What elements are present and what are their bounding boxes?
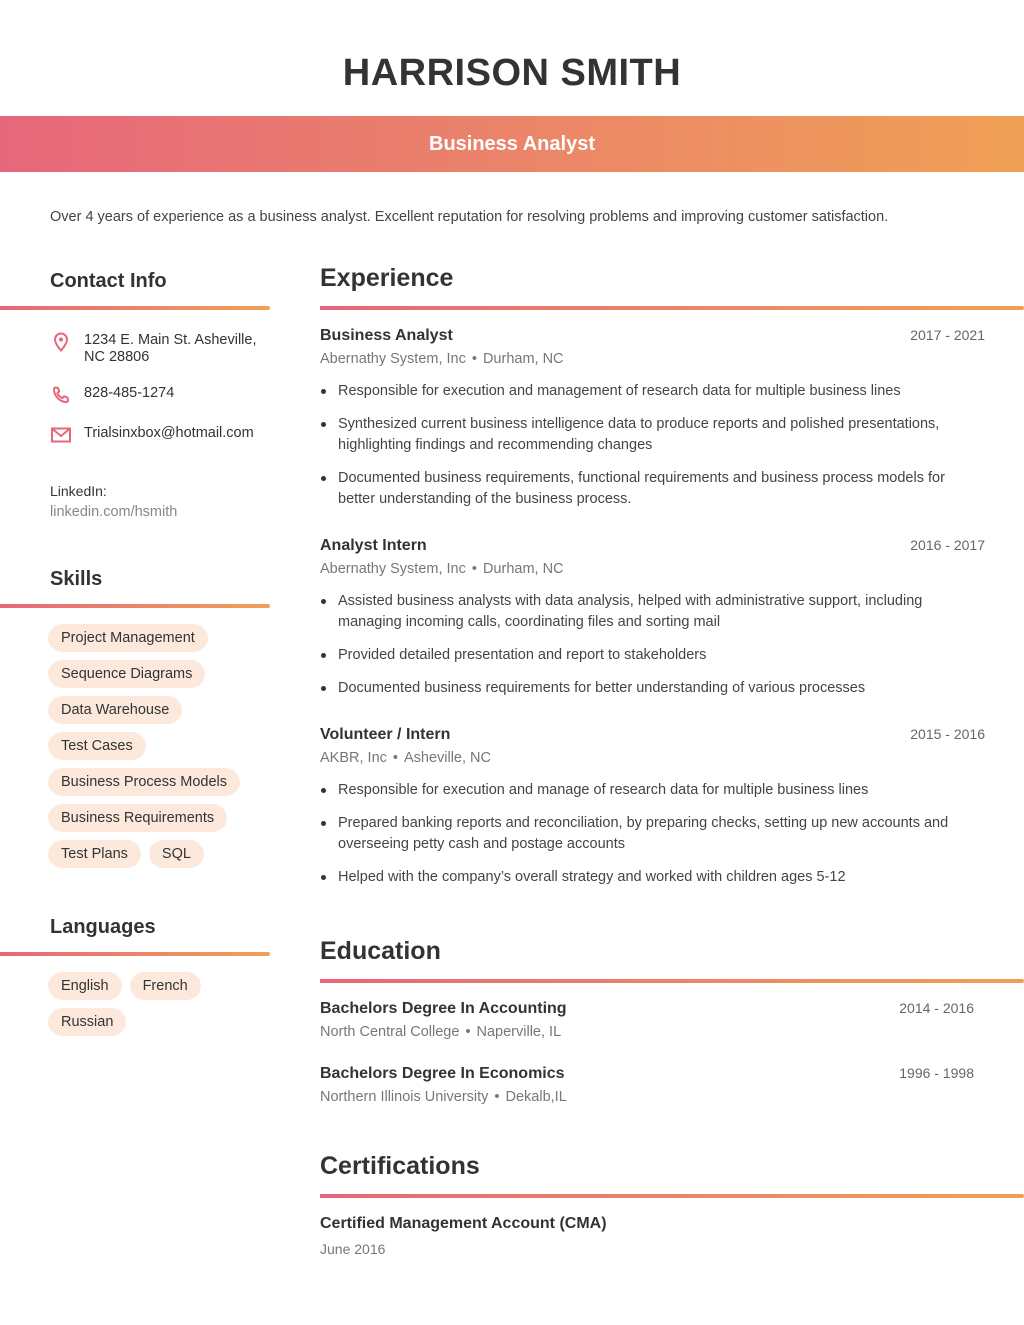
job-title: Analyst Intern: [320, 537, 427, 554]
skill-chip: SQL: [148, 840, 204, 868]
school-location: Naperville, IL: [476, 1024, 562, 1040]
contact-email-row: Trialsinxbox@hotmail.com: [50, 425, 274, 445]
skill-chip: Test Plans: [48, 840, 141, 868]
job-dates: 2017 - 2021: [910, 327, 985, 343]
degree-title: Bachelors Degree In Accounting: [320, 1000, 567, 1017]
role-title: Business Analyst: [429, 132, 595, 155]
contact-address: 1234 E. Main St. Asheville, NC 28806: [84, 332, 257, 365]
school-location: Dekalb,IL: [505, 1089, 567, 1105]
experience-heading: Experience: [320, 264, 454, 292]
job-title: Volunteer / Intern: [320, 726, 451, 743]
languages-divider: [0, 952, 270, 956]
contact-phone-row: 828-485-1274: [50, 385, 274, 405]
phone-icon: [50, 385, 72, 405]
linkedin-label: LinkedIn:: [50, 483, 107, 499]
job-location: Durham, NC: [482, 351, 564, 367]
job-bullet: Responsible for execution and management…: [320, 381, 985, 402]
role-banner: Business Analyst: [0, 116, 1024, 172]
separator-dot: •: [471, 351, 477, 367]
contact-heading: Contact Info: [50, 270, 167, 292]
language-chip: Russian: [48, 1008, 127, 1036]
language-chip: French: [129, 972, 201, 1000]
languages-heading: Languages: [50, 916, 156, 938]
skill-chip: Project Management: [48, 624, 208, 652]
education-dates: 1996 - 1998: [899, 1065, 974, 1081]
skill-chip: Test Cases: [48, 732, 146, 760]
contact-address-row: 1234 E. Main St. Asheville, NC 28806: [50, 332, 274, 366]
education-dates: 2014 - 2016: [899, 1000, 974, 1016]
job-bullet: Prepared banking reports and reconciliat…: [320, 813, 985, 855]
separator-dot: •: [471, 561, 477, 577]
job-entry: Business Analyst 2017 - 2021 Abernathy S…: [320, 327, 985, 522]
job-company: AKBR, Inc: [320, 750, 387, 766]
languages-list: English French Russian: [48, 972, 228, 1036]
certification-name: Certified Management Account (CMA): [320, 1215, 607, 1232]
linkedin-link[interactable]: linkedin.com/hsmith: [50, 504, 177, 520]
job-title: Business Analyst: [320, 327, 453, 344]
certification-date: June 2016: [320, 1241, 386, 1257]
job-bullet: Helped with the company’s overall strate…: [320, 867, 985, 888]
skill-chip: Business Requirements: [48, 804, 228, 832]
skill-chip: Data Warehouse: [48, 696, 183, 724]
job-entry: Volunteer / Intern 2015 - 2016 AKBR, Inc…: [320, 726, 985, 900]
skill-chip: Sequence Diagrams: [48, 660, 206, 688]
job-entry: Analyst Intern 2016 - 2017 Abernathy Sys…: [320, 537, 985, 711]
job-bullet: Documented business requirements, functi…: [320, 468, 985, 510]
job-bullet: Documented business requirements for bet…: [320, 678, 985, 699]
education-entry: Bachelors Degree In Accounting 2014 - 20…: [320, 1000, 974, 1040]
job-dates: 2015 - 2016: [910, 726, 985, 742]
candidate-name: HARRISON SMITH: [342, 52, 682, 94]
education-entry: Bachelors Degree In Economics 1996 - 199…: [320, 1065, 974, 1105]
job-company: Abernathy System, Inc: [320, 561, 466, 577]
education-divider: [320, 979, 1024, 983]
skills-divider: [0, 604, 270, 608]
certifications-divider: [320, 1194, 1024, 1198]
certifications-heading: Certifications: [320, 1152, 480, 1180]
separator-dot: •: [465, 1024, 471, 1040]
job-bullet: Responsible for execution and manage of …: [320, 780, 985, 801]
job-location: Durham, NC: [482, 561, 564, 577]
job-dates: 2016 - 2017: [910, 537, 985, 553]
separator-dot: •: [392, 750, 398, 766]
job-bullet: Provided detailed presentation and repor…: [320, 645, 985, 666]
contact-email[interactable]: Trialsinxbox@hotmail.com: [84, 425, 274, 442]
skill-chip: Business Process Models: [48, 768, 241, 796]
job-location: Asheville, NC: [403, 750, 491, 766]
job-bullet: Synthesized current business intelligenc…: [320, 414, 985, 456]
language-chip: English: [48, 972, 122, 1000]
separator-dot: •: [494, 1089, 500, 1105]
education-heading: Education: [320, 937, 441, 965]
skills-heading: Skills: [50, 568, 103, 590]
school-name: Northern Illinois University: [320, 1089, 489, 1105]
school-name: North Central College: [320, 1024, 460, 1040]
contact-divider: [0, 306, 270, 310]
job-bullet: Assisted business analysts with data ana…: [320, 591, 985, 633]
experience-divider: [320, 306, 1024, 310]
job-company: Abernathy System, Inc: [320, 351, 466, 367]
skills-list: Project Management Sequence Diagrams Dat…: [48, 624, 258, 868]
summary-text: Over 4 years of experience as a business…: [50, 209, 889, 225]
map-pin-icon: [50, 332, 72, 352]
degree-title: Bachelors Degree In Economics: [320, 1065, 565, 1082]
mail-icon: [50, 425, 72, 445]
contact-phone[interactable]: 828-485-1274: [84, 385, 274, 402]
